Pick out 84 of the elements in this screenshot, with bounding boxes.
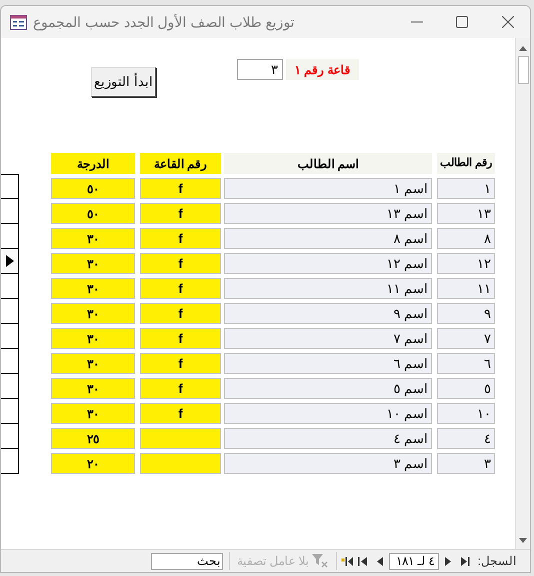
room-field[interactable]: f (140, 278, 221, 299)
maximize-icon[interactable] (456, 16, 468, 28)
room-field[interactable]: f (140, 378, 221, 399)
student-number-field[interactable]: ٤ (437, 428, 495, 449)
student-number-field[interactable]: ١٢ (437, 253, 495, 274)
current-record-icon (6, 255, 14, 267)
student-name-field[interactable]: اسم ١١ (224, 278, 432, 299)
grade-field[interactable]: ٣٠ (51, 353, 135, 374)
room-field[interactable]: f (140, 403, 221, 424)
room-field[interactable]: f (140, 353, 221, 374)
room-field[interactable]: f (140, 328, 221, 349)
grade-field[interactable]: ٣٠ (51, 303, 135, 324)
form-icon (10, 14, 27, 30)
start-button[interactable]: ابدأ التوزيع (91, 67, 156, 97)
record-selector[interactable] (1, 449, 19, 474)
window-title: توزيع طلاب الصف الأول الجدد حسب المجموع (33, 12, 294, 32)
student-name-field[interactable]: اسم ٦ (224, 353, 432, 374)
student-number-field[interactable]: ٨ (437, 228, 495, 249)
column-header: اسم الطالب (224, 153, 432, 174)
column-header: الدرجة (51, 153, 135, 174)
student-number-field[interactable]: ٩ (437, 303, 495, 324)
hall-label: قاعة رقم ١ (286, 59, 359, 80)
student-name-field[interactable]: اسم ١٣ (224, 203, 432, 224)
record-selector[interactable] (1, 424, 19, 449)
student-name-field[interactable]: اسم ٨ (224, 228, 432, 249)
room-field[interactable]: f (140, 178, 221, 199)
record-selector[interactable] (1, 274, 19, 299)
student-number-field[interactable]: ٥ (437, 378, 495, 399)
student-number-field[interactable]: ١٣ (437, 203, 495, 224)
record-selector[interactable] (1, 199, 19, 224)
room-field[interactable]: f (140, 253, 221, 274)
grade-field[interactable]: ٢٠ (51, 453, 135, 474)
student-number-field[interactable]: ١ (437, 178, 495, 199)
student-name-field[interactable]: اسم ١٢ (224, 253, 432, 274)
scroll-up-icon[interactable] (518, 44, 528, 52)
grade-field[interactable]: ٣٠ (51, 253, 135, 274)
hall-number-field[interactable]: ٣ (237, 59, 283, 80)
room-field[interactable] (140, 453, 221, 474)
grade-field[interactable]: ٢٥ (51, 428, 135, 449)
room-field[interactable]: f (140, 228, 221, 249)
student-name-field[interactable]: اسم ١ (224, 178, 432, 199)
column-header: رقم الطالب (437, 153, 495, 174)
record-selector[interactable] (1, 324, 19, 349)
student-number-field[interactable]: ١١ (437, 278, 495, 299)
close-icon[interactable] (502, 16, 514, 28)
record-selector[interactable] (1, 174, 19, 199)
grade-field[interactable]: ٣٠ (51, 328, 135, 349)
record-selector[interactable] (1, 399, 19, 424)
record-selector[interactable] (1, 374, 19, 399)
grade-field[interactable]: ٣٠ (51, 403, 135, 424)
scrollbar[interactable] (515, 38, 530, 549)
previous-record-icon[interactable] (444, 556, 451, 566)
student-name-field[interactable]: اسم ٥ (224, 378, 432, 399)
first-record-icon[interactable] (460, 556, 470, 566)
student-number-field[interactable]: ٣ (437, 453, 495, 474)
record-selector[interactable] (1, 299, 19, 324)
record-position-field[interactable]: ٤ لـ ١٨١ (388, 552, 439, 570)
search-field[interactable]: بحث (150, 552, 223, 570)
student-name-field[interactable]: اسم ١٠ (224, 403, 432, 424)
student-name-field[interactable]: اسم ٧ (224, 328, 432, 349)
record-selector[interactable] (1, 249, 19, 274)
grade-field[interactable]: ٣٠ (51, 278, 135, 299)
student-number-field[interactable]: ٦ (437, 353, 495, 374)
room-field[interactable] (140, 428, 221, 449)
new-record-icon[interactable] (340, 556, 353, 566)
student-number-field[interactable]: ١٠ (437, 403, 495, 424)
grade-field[interactable]: ٣٠ (51, 378, 135, 399)
grade-field[interactable]: ٥٠ (51, 178, 135, 199)
record-selector[interactable] (1, 224, 19, 249)
scroll-down-icon[interactable] (518, 537, 528, 545)
student-name-field[interactable]: اسم ٣ (224, 453, 432, 474)
grade-field[interactable]: ٣٠ (51, 228, 135, 249)
room-field[interactable]: f (140, 303, 221, 324)
last-record-icon[interactable] (358, 556, 367, 566)
column-header: رقم القاعة (140, 153, 221, 174)
grade-field[interactable]: ٥٠ (51, 203, 135, 224)
record-label: السجل: (478, 553, 516, 570)
next-record-icon[interactable] (376, 556, 383, 566)
scroll-thumb[interactable] (518, 56, 528, 84)
student-name-field[interactable]: اسم ٩ (224, 303, 432, 324)
room-field[interactable]: f (140, 203, 221, 224)
student-name-field[interactable]: اسم ٤ (224, 428, 432, 449)
record-selector[interactable] (1, 349, 19, 374)
student-number-field[interactable]: ٧ (437, 328, 495, 349)
